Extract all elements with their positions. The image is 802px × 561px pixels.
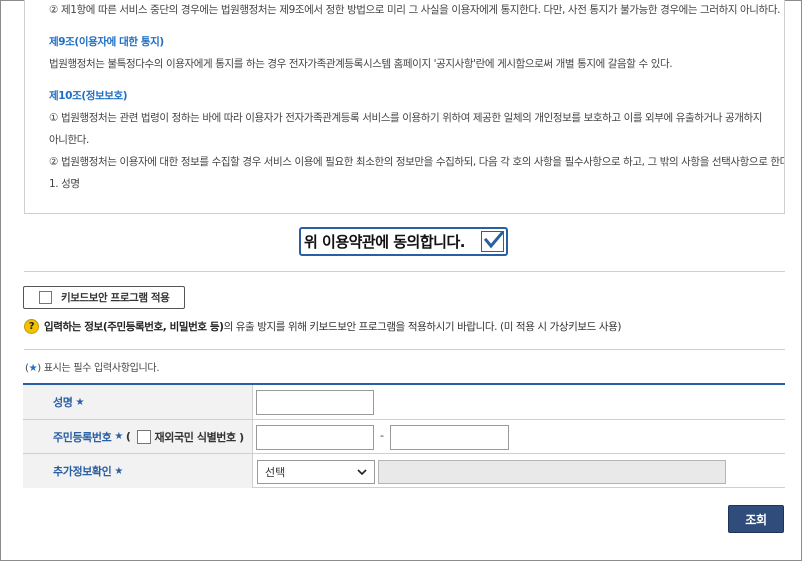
foreign-id-checkbox[interactable] bbox=[136, 429, 151, 444]
checkmark-icon bbox=[483, 232, 503, 249]
required-star-icon: ★ bbox=[114, 465, 123, 477]
required-star-icon: ★ bbox=[75, 396, 85, 408]
question-icon: ? bbox=[24, 319, 39, 334]
rrn-dash: - bbox=[380, 429, 384, 442]
terms-scroll-box[interactable]: ② 제1항에 따른 서비스 중단의 경우에는 법원행정처는 제9조에서 정한 방… bbox=[24, 0, 785, 214]
extra-info-label: 추가정보확인 bbox=[53, 465, 112, 478]
keyboard-security-checkbox[interactable] bbox=[39, 291, 52, 304]
required-star-icon: ★ bbox=[114, 431, 123, 442]
rrn-label: 주민등록번호 bbox=[53, 430, 112, 444]
article-9-heading: 제9조(이용자에 대한 통지) bbox=[49, 36, 164, 48]
agree-terms-button[interactable]: 위 이용약관에 동의합니다. bbox=[299, 227, 508, 256]
foreign-open-paren: ( bbox=[125, 430, 131, 443]
extra-info-select-value: 선택 bbox=[265, 466, 286, 479]
keyboard-security-label: 키보드보안 프로그램 적용 bbox=[61, 292, 170, 304]
article-10-paragraph-1: ① 법원행정처는 관련 법령이 정하는 바에 따라 이용자가 전자가족관계등록 … bbox=[49, 112, 763, 146]
required-fields-note: (★) 표시는 필수 입력사항입니다. bbox=[25, 359, 160, 374]
rrn-label-cell: 주민등록번호 ★ ( 재외국민 식별번호 ) bbox=[23, 420, 253, 453]
chevron-down-icon bbox=[357, 465, 367, 482]
rrn-front-input[interactable] bbox=[256, 425, 374, 450]
extra-info-input bbox=[378, 460, 726, 484]
required-note-text: ) 표시는 필수 입력사항입니다. bbox=[37, 363, 160, 374]
keyboard-security-notice: ? 입력하는 정보(주민등록번호, 비밀번호 등) 의 유출 방지를 위해 키보… bbox=[24, 319, 621, 334]
form-row-extra-info: 추가정보확인 ★ 선택 bbox=[23, 453, 785, 488]
agree-checkbox[interactable] bbox=[481, 231, 504, 252]
search-button[interactable]: 조회 bbox=[728, 505, 784, 533]
agree-terms-label: 위 이용약관에 동의합니다. bbox=[304, 233, 465, 251]
terms-line: ② 제1항에 따른 서비스 중단의 경우에는 법원행정처는 제9조에서 정한 방… bbox=[49, 4, 781, 16]
page-frame: ② 제1항에 따른 서비스 중단의 경우에는 법원행정처는 제9조에서 정한 방… bbox=[0, 0, 802, 561]
rrn-back-input[interactable] bbox=[390, 425, 509, 450]
foreign-id-label: 재외국민 식별번호 ) bbox=[154, 430, 245, 444]
name-label-cell: 성명 ★ bbox=[23, 385, 253, 419]
divider bbox=[24, 349, 785, 350]
notice-text: 의 유출 방지를 위해 키보드보안 프로그램을 적용하시기 바랍니다. (미 적… bbox=[223, 321, 622, 333]
form-row-rrn: 주민등록번호 ★ ( 재외국민 식별번호 ) - bbox=[23, 419, 785, 453]
extra-info-label-cell: 추가정보확인 ★ bbox=[23, 454, 253, 488]
article-10-paragraph-2: ② 법원행정처는 이용자에 대한 정보를 수집할 경우 서비스 이용에 필요한 … bbox=[49, 156, 784, 168]
article-9-body: 법원행정처는 불특정다수의 이용자에게 통지를 하는 경우 전자가족관계등록시스… bbox=[49, 58, 673, 70]
extra-info-select[interactable]: 선택 bbox=[257, 460, 375, 484]
terms-content: ② 제1항에 따른 서비스 중단의 경우에는 법원행정처는 제9조에서 정한 방… bbox=[25, 0, 784, 213]
article-10-heading: 제10조(정보보호) bbox=[49, 90, 128, 102]
keyboard-security-button[interactable]: 키보드보안 프로그램 적용 bbox=[23, 286, 185, 309]
divider bbox=[24, 271, 785, 272]
notice-bold-text: 입력하는 정보(주민등록번호, 비밀번호 등) bbox=[44, 321, 224, 333]
form-row-name: 성명 ★ bbox=[23, 385, 785, 419]
name-input[interactable] bbox=[256, 390, 374, 415]
article-10-item-1: 1. 성명 bbox=[49, 178, 80, 190]
lookup-form: 성명 ★ 주민등록번호 ★ ( 재외국민 식별번호 ) - 추가정보확인 ★ 선… bbox=[23, 383, 785, 488]
required-star-icon: ★ bbox=[28, 363, 38, 374]
name-label: 성명 bbox=[53, 396, 73, 409]
